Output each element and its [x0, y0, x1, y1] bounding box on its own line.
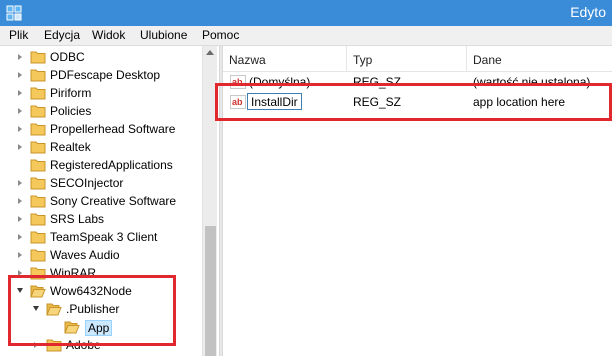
folder-icon	[30, 177, 46, 190]
highlight-wow6432node	[8, 275, 176, 346]
tree-item-label: PDFescape Desktop	[50, 68, 161, 82]
menu-edycja[interactable]: Edycja	[44, 28, 80, 42]
column-header-type[interactable]: Typ	[347, 46, 467, 72]
folder-icon	[30, 141, 46, 154]
menu-ulubione[interactable]: Ulubione	[140, 28, 187, 42]
tree-item-label: TeamSpeak 3 Client	[50, 230, 158, 244]
expand-arrow-icon[interactable]	[18, 126, 22, 132]
tree-item-label: RegisteredApplications	[50, 158, 173, 172]
scroll-up-icon[interactable]	[206, 50, 214, 55]
column-header-data[interactable]: Dane	[467, 46, 612, 72]
folder-icon	[30, 87, 46, 100]
folder-icon	[30, 123, 46, 136]
menu-widok[interactable]: Widok	[92, 28, 125, 42]
tree-item-label: ODBC	[50, 50, 85, 64]
folder-icon	[30, 159, 46, 172]
menu-plik[interactable]: Plik	[9, 28, 28, 42]
tree-item-label: Propellerhead Software	[50, 122, 176, 136]
registry-editor-icon	[6, 5, 22, 21]
expand-arrow-icon[interactable]	[18, 54, 22, 60]
expand-arrow-icon[interactable]	[18, 144, 22, 150]
menu-pomoc[interactable]: Pomoc	[202, 28, 239, 42]
tree-item-label: Sony Creative Software	[50, 194, 177, 208]
folder-icon	[30, 249, 46, 262]
expand-arrow-icon[interactable]	[18, 198, 22, 204]
scroll-thumb[interactable]	[205, 226, 216, 356]
menu-bar: Plik Edycja Widok Ulubione Pomoc	[0, 26, 612, 46]
expand-arrow-icon[interactable]	[18, 216, 22, 222]
folder-icon	[30, 69, 46, 82]
column-header-name[interactable]: Nazwa	[223, 46, 347, 72]
tree-item-label: Realtek	[50, 140, 91, 154]
folder-icon	[30, 195, 46, 208]
folder-icon	[30, 51, 46, 64]
tree-item-label: Waves Audio	[50, 248, 120, 262]
expand-arrow-icon[interactable]	[18, 72, 22, 78]
title-bar: Edyto	[0, 0, 612, 26]
expand-arrow-icon[interactable]	[18, 180, 22, 186]
expand-arrow-icon[interactable]	[18, 234, 22, 240]
expand-arrow-icon[interactable]	[18, 252, 22, 258]
highlight-installdir	[215, 83, 612, 121]
folder-icon	[30, 105, 46, 118]
folder-icon	[30, 213, 46, 226]
folder-icon	[30, 231, 46, 244]
tree-item-label: Piriform	[50, 86, 92, 100]
tree-item-label: Policies	[50, 104, 92, 118]
tree-item-label: SRS Labs	[50, 212, 105, 226]
expand-arrow-icon[interactable]	[18, 90, 22, 96]
expand-arrow-icon[interactable]	[18, 108, 22, 114]
tree-item-label: SECOInjector	[50, 176, 124, 190]
window-title: Edyto	[570, 4, 606, 20]
